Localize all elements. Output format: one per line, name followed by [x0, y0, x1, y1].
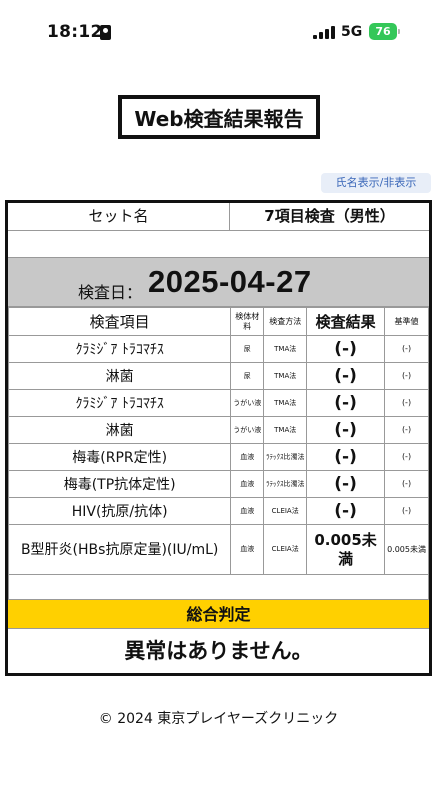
date-row: 検査日： 2025-04-27 — [8, 258, 429, 307]
row-material: うがい液 — [230, 416, 265, 444]
row-result: (-) — [306, 335, 386, 363]
verdict-label: 総合判定 — [8, 599, 429, 629]
col-result: 検査結果 — [306, 307, 386, 336]
footer-copyright: © 2024 東京プレイヤーズクリニック — [98, 711, 339, 727]
battery-tip-icon — [398, 29, 400, 34]
row-method: ﾗﾃｯｸｽ比濁法 — [263, 470, 308, 498]
row-reference: (-) — [384, 470, 429, 498]
row-material: 尿 — [230, 362, 265, 390]
row-material: 血液 — [230, 443, 265, 471]
row-method: TMA法 — [263, 416, 308, 444]
col-reference: 基準値 — [384, 307, 429, 336]
name-row — [8, 231, 429, 258]
row-result: (-) — [306, 389, 386, 417]
table-row: 淋菌 うがい液 TMA法 (-) (-) — [7, 416, 429, 444]
name-toggle-button[interactable]: 氏名表示/非表示 — [321, 173, 431, 193]
results-table: 検査項目 検体材料 検査方法 検査結果 基準値 ｸﾗﾐｼﾞｱ ﾄﾗｺﾏﾁｽ 尿 … — [7, 307, 429, 600]
row-item: B型肝炎(HBs抗原定量)(IU/mL) — [7, 524, 232, 575]
col-material: 検体材料 — [230, 307, 265, 336]
row-material: 尿 — [230, 335, 265, 363]
date-label: 検査日： — [78, 283, 143, 302]
row-material: 血液 — [230, 524, 265, 575]
col-method: 検査方法 — [263, 307, 308, 336]
page-title-box: Web検査結果報告 — [118, 95, 320, 139]
row-result: (-) — [306, 470, 386, 498]
row-result: (-) — [306, 443, 386, 471]
row-reference: (-) — [384, 416, 429, 444]
row-method: TMA法 — [263, 335, 308, 363]
row-material: 血液 — [230, 497, 265, 525]
row-item: ｸﾗﾐｼﾞｱ ﾄﾗｺﾏﾁｽ — [7, 389, 232, 417]
row-item: HIV(抗原/抗体) — [7, 497, 232, 525]
date-value: 2025-04-27 — [148, 264, 312, 299]
row-reference: (-) — [384, 335, 429, 363]
table-row: 淋菌 尿 TMA法 (-) (-) — [7, 362, 429, 390]
table-row: ｸﾗﾐｼﾞｱ ﾄﾗｺﾏﾁｽ 尿 TMA法 (-) (-) — [7, 335, 429, 363]
row-item: 淋菌 — [7, 362, 232, 390]
table-row: 梅毒(TP抗体定性) 血液 ﾗﾃｯｸｽ比濁法 (-) (-) — [7, 470, 429, 498]
battery-icon: 76 — [369, 23, 397, 40]
row-reference: (-) — [384, 443, 429, 471]
row-reference: (-) — [384, 389, 429, 417]
row-material: うがい液 — [230, 389, 265, 417]
row-item: 梅毒(RPR定性) — [7, 443, 232, 471]
col-item: 検査項目 — [7, 307, 232, 336]
set-label: セット名 — [8, 203, 230, 230]
set-value: 7項目検査（男性） — [264, 207, 395, 225]
row-item: 淋菌 — [7, 416, 232, 444]
row-reference: (-) — [384, 497, 429, 525]
status-bar: 18:12 5G 76 — [0, 0, 437, 62]
row-result: 0.005未満 — [306, 524, 386, 575]
set-row: セット名 7項目検査（男性） — [8, 203, 429, 231]
row-method: ﾗﾃｯｸｽ比濁法 — [263, 443, 308, 471]
verdict-value: 異常はありません。 — [124, 639, 313, 663]
table-spacer-row — [8, 574, 429, 600]
network-type: 5G — [341, 24, 363, 40]
contact-badge-icon — [100, 25, 111, 40]
row-item: ｸﾗﾐｼﾞｱ ﾄﾗｺﾏﾁｽ — [7, 335, 232, 363]
spacer-cell — [8, 574, 429, 600]
row-method: TMA法 — [263, 362, 308, 390]
row-reference: 0.005未満 — [384, 524, 429, 575]
table-row: B型肝炎(HBs抗原定量)(IU/mL) 血液 CLEIA法 0.005未満 0… — [7, 524, 429, 575]
table-row: ｸﾗﾐｼﾞｱ ﾄﾗｺﾏﾁｽ うがい液 TMA法 (-) (-) — [7, 389, 429, 417]
cellular-signal-icon — [313, 26, 335, 39]
table-header-row: 検査項目 検体材料 検査方法 検査結果 基準値 — [7, 307, 429, 336]
row-method: CLEIA法 — [263, 497, 308, 525]
row-item: 梅毒(TP抗体定性) — [7, 470, 232, 498]
table-row: HIV(抗原/抗体) 血液 CLEIA法 (-) (-) — [7, 497, 429, 525]
status-time: 18:12 — [47, 22, 103, 42]
row-result: (-) — [306, 497, 386, 525]
result-report: セット名 7項目検査（男性） 検査日： 2025-04-27 検査項目 検体材料… — [5, 200, 432, 676]
table-row: 梅毒(RPR定性) 血液 ﾗﾃｯｸｽ比濁法 (-) (-) — [7, 443, 429, 471]
row-result: (-) — [306, 362, 386, 390]
row-reference: (-) — [384, 362, 429, 390]
page-title: Web検査結果報告 — [134, 106, 304, 131]
row-method: TMA法 — [263, 389, 308, 417]
row-method: CLEIA法 — [263, 524, 308, 575]
row-material: 血液 — [230, 470, 265, 498]
row-result: (-) — [306, 416, 386, 444]
